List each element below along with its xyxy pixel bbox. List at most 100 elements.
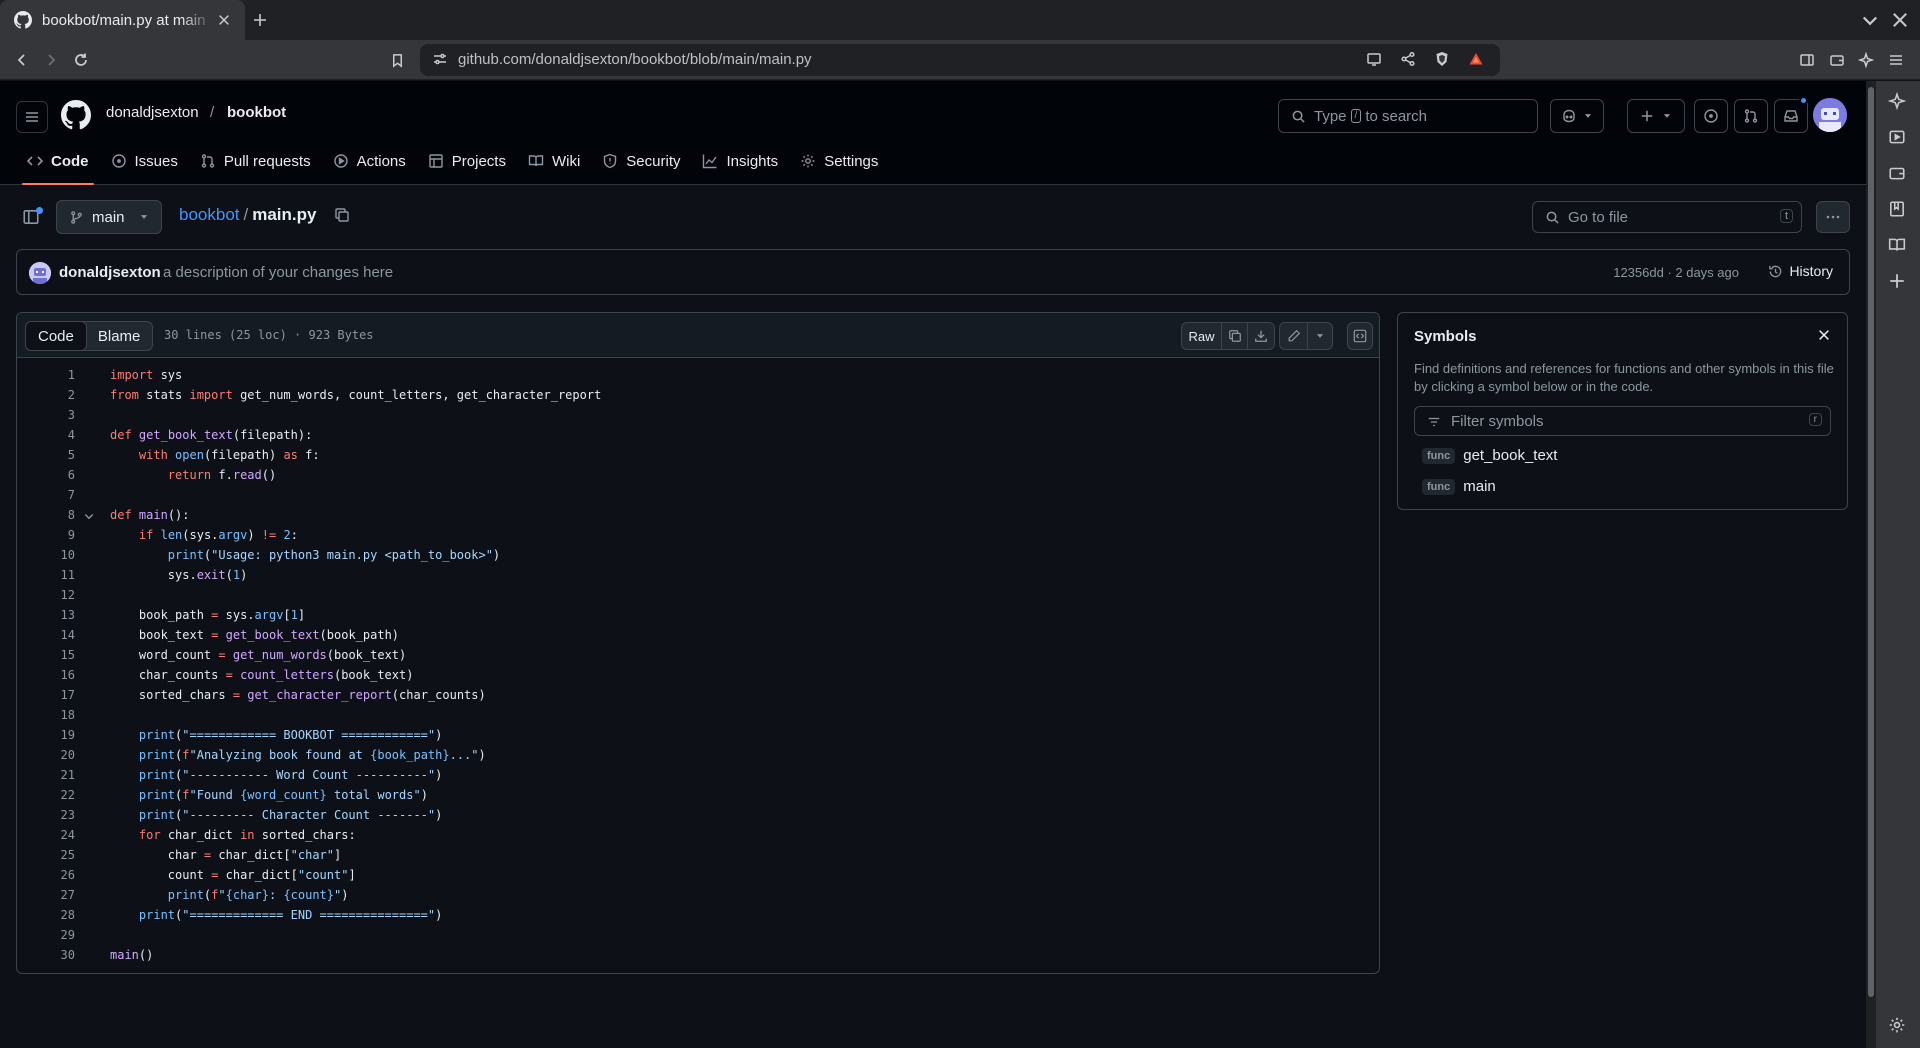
line-number[interactable]: 5: [17, 445, 75, 465]
code-square-icon[interactable]: [1348, 323, 1372, 349]
brave-shield-icon[interactable]: [1434, 51, 1452, 69]
line-number[interactable]: 2: [17, 385, 75, 405]
line-number[interactable]: 12: [17, 585, 75, 605]
leo-ai-icon[interactable]: [1888, 92, 1908, 112]
line-number[interactable]: 26: [17, 865, 75, 885]
bookmarks-icon[interactable]: [1888, 200, 1908, 220]
line-number[interactable]: 8: [17, 505, 75, 525]
window-close-icon[interactable]: [1890, 10, 1910, 30]
user-avatar[interactable]: [1813, 98, 1847, 132]
history-button[interactable]: History: [1768, 263, 1833, 279]
copy-raw-icon[interactable]: [1222, 323, 1248, 349]
reading-list-icon[interactable]: [1888, 236, 1908, 256]
line-number[interactable]: 23: [17, 805, 75, 825]
site-settings-icon[interactable]: [432, 51, 450, 69]
code-line[interactable]: 29: [17, 925, 1379, 945]
code-line[interactable]: 11 sys.exit(1): [17, 565, 1379, 585]
tab-security[interactable]: Security: [591, 145, 691, 177]
symbol-item[interactable]: func get_book_text: [1422, 447, 1557, 464]
commit-message[interactable]: a description of your changes here: [163, 264, 393, 281]
blame-view-button[interactable]: Blame: [86, 322, 153, 350]
leo-ai-icon[interactable]: [1855, 49, 1877, 71]
symbol-item[interactable]: func main: [1422, 478, 1496, 495]
copy-path-icon[interactable]: [334, 207, 354, 227]
code-line[interactable]: 5 with open(filepath) as f:: [17, 445, 1379, 465]
branch-selector-button[interactable]: main: [56, 200, 162, 234]
line-number[interactable]: 29: [17, 925, 75, 945]
line-number[interactable]: 6: [17, 465, 75, 485]
code-line[interactable]: 21 print("----------- Word Count -------…: [17, 765, 1379, 785]
code-line[interactable]: 22 print(f"Found {word_count} total word…: [17, 785, 1379, 805]
tab-actions[interactable]: Actions: [322, 145, 417, 177]
panel-settings-gear-icon[interactable]: [1888, 1016, 1908, 1036]
code-line[interactable]: 18: [17, 705, 1379, 725]
code-line[interactable]: 23 print("--------- Character Count ----…: [17, 805, 1379, 825]
code-line[interactable]: 12: [17, 585, 1379, 605]
tab-settings[interactable]: Settings: [789, 145, 889, 177]
tab-close-icon[interactable]: [213, 9, 235, 31]
code-line[interactable]: 1 import sys: [17, 365, 1379, 385]
wallet-icon[interactable]: [1888, 164, 1908, 184]
code-line[interactable]: 20 print(f"Analyzing book found at {book…: [17, 745, 1379, 765]
address-bar[interactable]: github.com/donaldjsexton/bookbot/blob/ma…: [420, 44, 1500, 76]
line-number[interactable]: 11: [17, 565, 75, 585]
issues-button[interactable]: [1694, 99, 1728, 133]
line-number[interactable]: 25: [17, 845, 75, 865]
code-line[interactable]: 7: [17, 485, 1379, 505]
reload-icon[interactable]: [70, 49, 92, 71]
github-logo-icon[interactable]: [61, 100, 91, 130]
line-number[interactable]: 27: [17, 885, 75, 905]
line-number[interactable]: 24: [17, 825, 75, 845]
browser-menu-icon[interactable]: [1885, 49, 1907, 71]
line-number[interactable]: 13: [17, 605, 75, 625]
line-number[interactable]: 21: [17, 765, 75, 785]
code-line[interactable]: 13 book_path = sys.argv[1]: [17, 605, 1379, 625]
tab-list-chevron-icon[interactable]: [1860, 10, 1880, 30]
line-number[interactable]: 10: [17, 545, 75, 565]
browser-tab[interactable]: bookbot/main.py at main · donaldjsexton/…: [0, 0, 245, 40]
code-line[interactable]: 17 sorted_chars = get_character_report(c…: [17, 685, 1379, 705]
line-number[interactable]: 30: [17, 945, 75, 965]
brave-rewards-icon[interactable]: [1468, 51, 1486, 69]
commit-author[interactable]: donaldjsexton: [59, 264, 161, 281]
page-scrollbar[interactable]: [1866, 81, 1876, 1048]
code-line[interactable]: 28 print("============= END ============…: [17, 905, 1379, 925]
edit-pencil-icon[interactable]: [1280, 323, 1308, 349]
breadcrumb-repo-link[interactable]: bookbot: [179, 205, 240, 224]
line-number[interactable]: 4: [17, 425, 75, 445]
scrollbar-thumb[interactable]: [1868, 87, 1874, 997]
code-line[interactable]: 24 for char_dict in sorted_chars:: [17, 825, 1379, 845]
cast-icon[interactable]: [1366, 51, 1384, 69]
line-number[interactable]: 28: [17, 905, 75, 925]
wallet-icon[interactable]: [1826, 49, 1848, 71]
global-nav-menu-button[interactable]: [16, 101, 48, 133]
copilot-button[interactable]: [1550, 99, 1604, 133]
repo-link[interactable]: bookbot: [227, 104, 286, 121]
line-number[interactable]: 16: [17, 665, 75, 685]
fold-chevron-icon[interactable]: [83, 510, 95, 522]
tab-insights[interactable]: Insights: [691, 145, 789, 177]
code-line[interactable]: 6 return f.read(): [17, 465, 1379, 485]
code-view-button[interactable]: Code: [25, 321, 87, 351]
add-panel-icon[interactable]: [1888, 272, 1908, 292]
tab-pull-requests[interactable]: Pull requests: [189, 145, 322, 177]
code-line[interactable]: 10 print("Usage: python3 main.py <path_t…: [17, 545, 1379, 565]
line-number[interactable]: 1: [17, 365, 75, 385]
line-number[interactable]: 7: [17, 485, 75, 505]
raw-button[interactable]: Raw: [1182, 323, 1222, 349]
code-line[interactable]: 9 if len(sys.argv) != 2:: [17, 525, 1379, 545]
code-line[interactable]: 4 def get_book_text(filepath):: [17, 425, 1379, 445]
code-line[interactable]: 14 book_text = get_book_text(book_path): [17, 625, 1379, 645]
code-line[interactable]: 26 count = char_dict["count"]: [17, 865, 1379, 885]
sidebar-panel-icon[interactable]: [1796, 49, 1818, 71]
code-line[interactable]: 27 print(f"{char}: {count}"): [17, 885, 1379, 905]
media-player-icon[interactable]: [1888, 128, 1908, 148]
back-arrow-icon[interactable]: [11, 49, 33, 71]
more-options-button[interactable]: [1816, 201, 1850, 233]
edit-chevron-down-icon[interactable]: [1308, 323, 1332, 349]
download-icon[interactable]: [1248, 323, 1274, 349]
line-number[interactable]: 20: [17, 745, 75, 765]
line-number[interactable]: 9: [17, 525, 75, 545]
line-number[interactable]: 14: [17, 625, 75, 645]
pull-requests-button[interactable]: [1734, 99, 1768, 133]
